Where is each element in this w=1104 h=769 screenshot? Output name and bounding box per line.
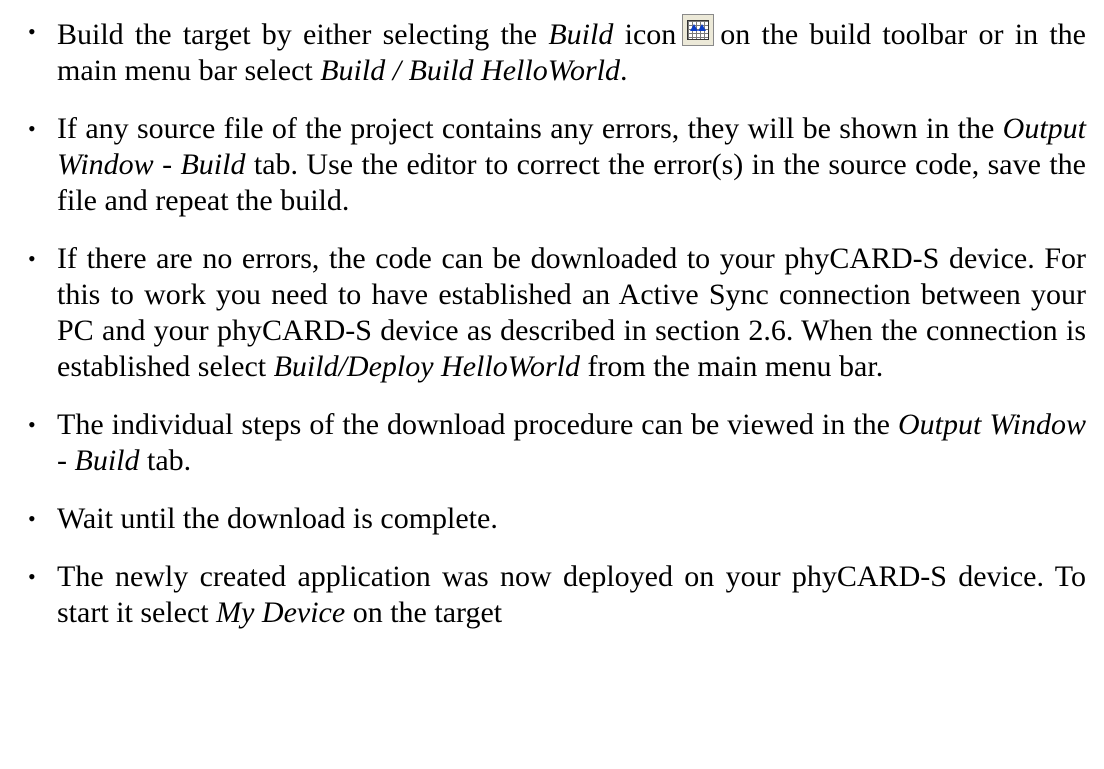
emphasis-text: Build bbox=[548, 18, 614, 51]
text-run: icon bbox=[613, 18, 677, 51]
emphasis-text: My Device bbox=[216, 596, 346, 629]
list-item: • Build the target by either selecting th… bbox=[28, 14, 1086, 89]
bullet-glyph: • bbox=[28, 564, 36, 589]
emphasis-text: Build bbox=[180, 148, 246, 181]
text-run: from the main menu bar. bbox=[579, 350, 884, 383]
document-page: • Build the target by either selecting th… bbox=[0, 0, 1104, 769]
list-item: • The individual steps of the download pr… bbox=[28, 407, 1086, 479]
text-run: tab. bbox=[139, 444, 192, 477]
bullet-glyph: • bbox=[28, 412, 36, 437]
list-item: • Wait until the download is complete. bbox=[28, 501, 1086, 537]
list-item-text: The individual steps of the download pro… bbox=[57, 408, 1086, 477]
emphasis-text: Build/Deploy HelloWorld bbox=[273, 350, 580, 383]
list-item-text: Wait until the download is complete. bbox=[57, 502, 498, 535]
list-item-text: If there are no errors, the code can be … bbox=[57, 242, 1086, 383]
text-run: . bbox=[619, 54, 628, 87]
build-icon bbox=[682, 14, 715, 46]
text-run: Wait until the download is complete. bbox=[57, 502, 498, 535]
list-item-text: Build the target by either selecting the… bbox=[57, 14, 1086, 87]
bullet-glyph: • bbox=[28, 246, 36, 271]
list-item: • If there are no errors, the code can be… bbox=[28, 241, 1086, 385]
bullet-glyph: • bbox=[28, 506, 36, 531]
bullet-glyph: • bbox=[28, 116, 36, 141]
emphasis-text: Build / Build HelloWorld bbox=[320, 54, 620, 87]
text-run: on the target bbox=[345, 596, 503, 629]
list-item-text: The newly created application was now de… bbox=[57, 560, 1086, 629]
bullet-glyph: • bbox=[28, 19, 36, 44]
list-item: • The newly created application was now d… bbox=[28, 559, 1086, 631]
text-run: The newly created application was now de… bbox=[57, 560, 1086, 629]
text-run: If any source file of the project contai… bbox=[57, 112, 1003, 145]
list-item-text: If any source file of the project contai… bbox=[57, 112, 1086, 217]
text-run: The individual steps of the download pro… bbox=[57, 408, 898, 441]
instruction-list: • Build the target by either selecting th… bbox=[28, 14, 1086, 653]
text-run: - bbox=[153, 148, 181, 181]
list-item: • If any source file of the project conta… bbox=[28, 111, 1086, 219]
text-run: Build the target by either selecting the bbox=[57, 18, 549, 51]
